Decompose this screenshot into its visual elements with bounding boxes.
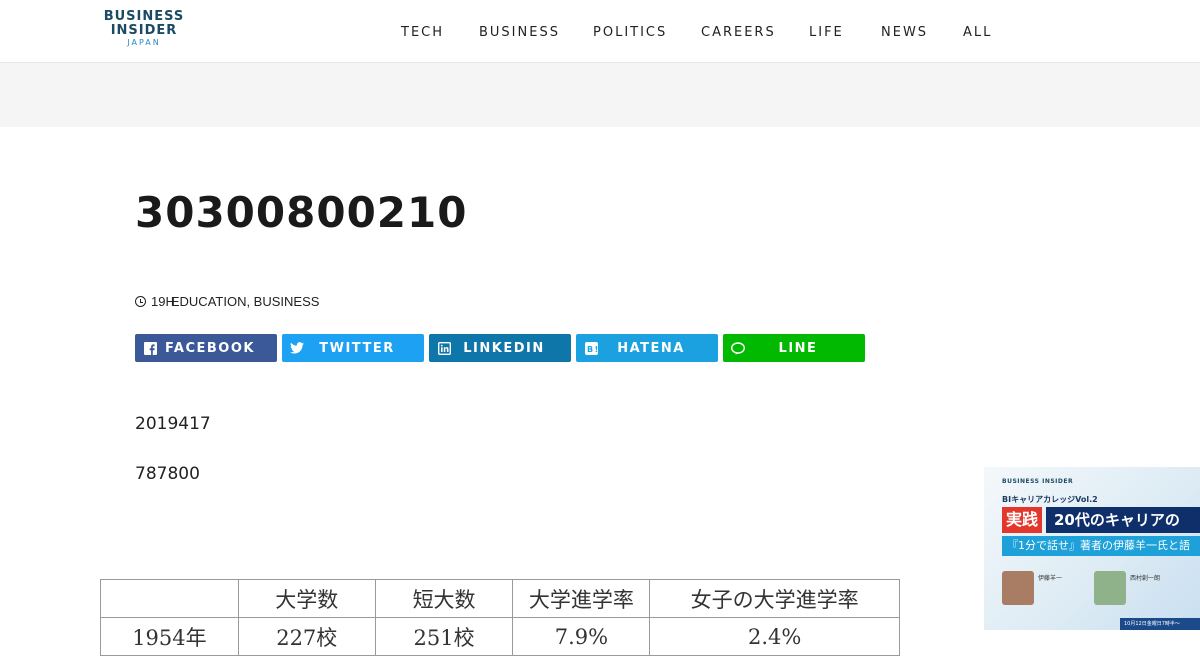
share-hatena-label: HATENA — [617, 340, 685, 356]
share-facebook-button[interactable]: FACEBOOK — [135, 334, 277, 362]
ad-brand: BUSINESS INSIDER — [1002, 478, 1074, 485]
table-cell: 7.9% — [512, 617, 651, 656]
speaker-photo — [1002, 571, 1034, 605]
nav-all[interactable]: ALL — [963, 25, 992, 40]
article-paragraph: 2019417 — [135, 414, 211, 434]
share-hatena-button[interactable]: B! HATENA — [576, 334, 718, 362]
table-cell: 2.4% — [649, 617, 900, 656]
hatena-icon: B! — [584, 341, 598, 355]
nav-business[interactable]: BUSINESS — [479, 25, 560, 40]
ad-subheadline: 『1分で話せ』著者の伊藤羊一氏と語 — [1002, 536, 1200, 556]
table-header-cell: 大学進学率 — [512, 579, 651, 618]
nav-news[interactable]: NEWS — [881, 25, 928, 40]
logo-line-business: BUSINESS — [103, 9, 185, 24]
line-icon — [731, 341, 745, 355]
nav-life[interactable]: LIFE — [809, 25, 844, 40]
ad-headline: 20代のキャリアの — [1046, 507, 1200, 533]
table-cell: 1954年 — [100, 617, 239, 656]
ad-subtitle: BIキャリアカレッジVol.2 — [1002, 495, 1098, 504]
career-college-ad[interactable]: BUSINESS INSIDER BIキャリアカレッジVol.2 実践 20代の… — [984, 467, 1200, 630]
university-stats-table: 大学数 短大数 大学進学率 女子の大学進学率 1954年 227校 251校 7… — [100, 579, 900, 656]
clock-icon — [135, 296, 146, 307]
table-cell: 227校 — [237, 617, 376, 656]
share-linkedin-button[interactable]: LINKEDIN — [429, 334, 571, 362]
table-header-cell: 短大数 — [374, 579, 514, 618]
facebook-icon — [143, 341, 157, 355]
table-header-cell: 女子の大学進学率 — [649, 579, 900, 618]
ad-banner-placeholder — [0, 63, 1200, 127]
main-nav: TECH BUSINESS POLITICS CAREERS LIFE NEWS… — [0, 25, 1200, 41]
svg-text:B!: B! — [587, 345, 598, 354]
twitter-icon — [290, 341, 304, 355]
share-twitter-label: TWITTER — [319, 340, 395, 356]
ad-tag: 実践 — [1002, 507, 1042, 533]
speaker-name: 西村創一朗 — [1130, 575, 1161, 582]
speaker-photo — [1094, 571, 1126, 605]
table-cell: 251校 — [374, 617, 514, 656]
share-line-button[interactable]: LINE — [723, 334, 865, 362]
article-title: 30300800210 — [135, 188, 468, 237]
share-facebook-label: FACEBOOK — [165, 340, 255, 356]
share-twitter-button[interactable]: TWITTER — [282, 334, 424, 362]
article-paragraph: 787800 — [135, 464, 200, 484]
linkedin-icon — [437, 341, 451, 355]
nav-careers[interactable]: CAREERS — [701, 25, 776, 40]
site-header: BUSINESS INSIDER JAPAN TECH BUSINESS POL… — [0, 0, 1200, 63]
speaker-name: 伊藤羊一 — [1038, 575, 1063, 582]
nav-tech[interactable]: TECH — [401, 25, 444, 40]
nav-politics[interactable]: POLITICS — [593, 25, 667, 40]
share-line-label: LINE — [778, 340, 818, 356]
table-row: 1954年 227校 251校 7.9% 2.4% — [100, 617, 900, 656]
share-linkedin-label: LINKEDIN — [463, 340, 545, 356]
table-header-cell — [100, 579, 239, 618]
table-header-row: 大学数 短大数 大学進学率 女子の大学進学率 — [100, 579, 900, 618]
article-categories[interactable]: EDUCATION, BUSINESS — [171, 294, 320, 309]
article-meta: 19H EDUCATION, BUSINESS — [135, 294, 319, 309]
ad-date-footer: 10月12日金曜日7時半〜 — [1120, 618, 1200, 630]
table-header-cell: 大学数 — [237, 579, 376, 618]
